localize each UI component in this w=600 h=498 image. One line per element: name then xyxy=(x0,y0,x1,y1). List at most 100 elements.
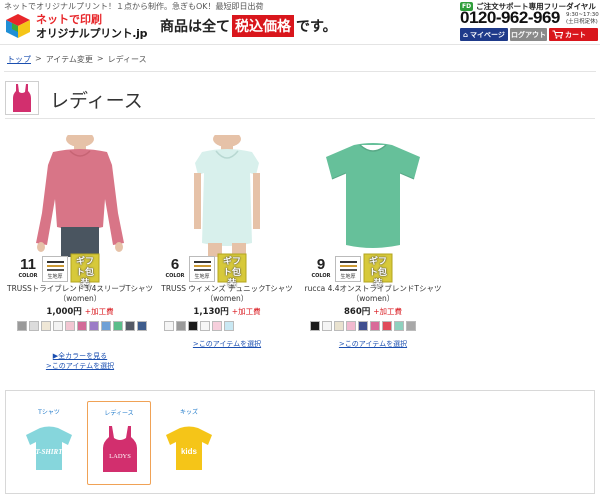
gift-icon: ギフト包装 xyxy=(70,253,100,289)
product-name-line1: TRUSS ウィメンズ チュニックTシャツ xyxy=(161,284,293,293)
color-swatch[interactable] xyxy=(53,321,63,331)
color-swatches xyxy=(164,321,300,331)
color-swatch[interactable] xyxy=(188,321,198,331)
category-kids[interactable]: キッズ kids xyxy=(157,401,221,485)
color-swatch[interactable] xyxy=(212,321,222,331)
product-name-line1: TRUSSトライブレンド3/4スリーブTシャツ xyxy=(7,284,154,293)
price-value: 860円 xyxy=(343,307,371,317)
cart-label: カート xyxy=(565,30,586,39)
color-swatch[interactable] xyxy=(41,321,51,331)
product-image[interactable] xyxy=(310,135,436,257)
color-count: 6 xyxy=(170,256,180,273)
fabric-label: 生地厚 xyxy=(194,274,210,280)
color-count-label: COLOR xyxy=(311,273,331,279)
color-swatch[interactable] xyxy=(113,321,123,331)
product-price: 860円 +加工費 xyxy=(310,305,436,317)
color-swatch[interactable] xyxy=(370,321,380,331)
tshirt-icon: T-SHIRT xyxy=(26,426,72,470)
product-name-line2: （women） xyxy=(205,294,249,303)
color-swatch[interactable] xyxy=(346,321,356,331)
gift-icon: ギフト包装 xyxy=(217,253,247,289)
color-swatch[interactable] xyxy=(224,321,234,331)
select-item-link[interactable]: >このアイテムを選択 xyxy=(17,361,143,371)
category-tshirt[interactable]: Tシャツ T-SHIRT xyxy=(17,401,81,485)
breadcrumb-divider xyxy=(4,71,596,72)
header-divider xyxy=(0,44,600,45)
mypage-button[interactable]: ⌂ マイページ xyxy=(460,28,508,41)
color-swatch[interactable] xyxy=(176,321,186,331)
color-count: 11 xyxy=(20,256,36,273)
color-swatch[interactable] xyxy=(101,321,111,331)
color-swatch[interactable] xyxy=(89,321,99,331)
logout-button[interactable]: ログアウト xyxy=(510,28,547,41)
product-image[interactable] xyxy=(17,135,143,257)
home-icon: ⌂ xyxy=(463,30,469,39)
fabric-label: 生地厚 xyxy=(340,274,356,280)
color-swatch[interactable] xyxy=(322,321,332,331)
color-swatch[interactable] xyxy=(137,321,147,331)
price-extra: +加工費 xyxy=(231,307,261,316)
price-extra: +加工費 xyxy=(84,307,114,316)
fabric-thickness-icon: 生地厚 xyxy=(42,256,68,282)
select-item-link[interactable]: >このアイテムを選択 xyxy=(164,339,290,349)
color-swatch[interactable] xyxy=(77,321,87,331)
breadcrumb-item-change: アイテム変更 xyxy=(45,55,93,64)
logo-line2: オリジナルプリント.jp xyxy=(36,27,148,40)
price-slogan: 商品は全て 税込価格 です。 xyxy=(160,15,337,37)
product-name[interactable]: TRUSSトライブレンド3/4スリーブTシャツ （women） xyxy=(7,284,153,304)
product-name[interactable]: TRUSS ウィメンズ チュニックTシャツ （women） xyxy=(154,284,300,304)
phone-number[interactable]: 0120-962-969 xyxy=(460,8,560,28)
category-ladies[interactable]: レディース LADYS xyxy=(87,401,151,485)
color-swatch[interactable] xyxy=(406,321,416,331)
color-swatches xyxy=(17,321,153,331)
color-count-label: COLOR xyxy=(165,273,185,279)
color-swatch[interactable] xyxy=(29,321,39,331)
color-swatch[interactable] xyxy=(17,321,27,331)
category-thumbnail xyxy=(5,81,39,115)
color-swatch[interactable] xyxy=(125,321,135,331)
product-badges: 11 COLOR 生地厚 ギフト包装 xyxy=(17,253,143,289)
breadcrumb: トップ > アイテム変更 > レディース xyxy=(7,54,147,65)
product-name-line2: （women） xyxy=(58,294,102,303)
site-logo[interactable]: ネットで印刷 オリジナルプリント.jp xyxy=(3,10,151,42)
product-name-line2: （women） xyxy=(351,294,395,303)
category-switcher: Tシャツ T-SHIRT レディース LADYS キッズ kids xyxy=(5,390,595,494)
color-count-label: COLOR xyxy=(18,273,38,279)
color-swatch[interactable] xyxy=(382,321,392,331)
product-name-line1: rucca 4.4オンストライブレンドTシャツ xyxy=(304,284,442,293)
color-count: 9 xyxy=(316,256,326,273)
slogan-pre: 商品は全て xyxy=(160,19,230,35)
color-swatch[interactable] xyxy=(164,321,174,331)
color-swatch[interactable] xyxy=(200,321,210,331)
hours-line1: 9:30~17:30 xyxy=(566,12,599,18)
tank-top-icon xyxy=(13,84,31,112)
color-swatch[interactable] xyxy=(334,321,344,331)
color-swatch[interactable] xyxy=(394,321,404,331)
breadcrumb-current: レディース xyxy=(107,55,147,64)
price-value: 1,130円 xyxy=(193,307,229,317)
tank-top-icon: LADYS xyxy=(103,426,137,472)
breadcrumb-separator: > xyxy=(35,54,42,63)
color-count-badge: 9 COLOR xyxy=(310,257,332,281)
logout-label: ログアウト xyxy=(511,30,546,39)
color-count-badge: 6 COLOR xyxy=(164,257,186,281)
select-item-link[interactable]: >このアイテムを選択 xyxy=(310,339,436,349)
breadcrumb-home-link[interactable]: トップ xyxy=(7,54,31,65)
product-name[interactable]: rucca 4.4オンストライブレンドTシャツ （women） xyxy=(300,284,446,304)
tshirt-text: T-SHIRT xyxy=(36,448,64,456)
price-value: 1,000円 xyxy=(46,307,82,317)
breadcrumb-separator: > xyxy=(96,54,104,63)
hours-line2: (土日祝定休) xyxy=(566,19,598,25)
cart-icon xyxy=(552,30,563,39)
title-divider xyxy=(5,118,595,119)
product-image[interactable] xyxy=(164,135,290,257)
all-colors-link[interactable]: ▶全カラーを見る xyxy=(17,351,143,361)
color-swatch[interactable] xyxy=(65,321,75,331)
fabric-thickness-icon: 生地厚 xyxy=(335,256,361,282)
fabric-label: 生地厚 xyxy=(47,274,63,280)
color-swatch[interactable] xyxy=(310,321,320,331)
cart-button[interactable]: カート xyxy=(549,28,598,41)
product-badges: 6 COLOR 生地厚 ギフト包装 xyxy=(164,253,290,289)
product-price: 1,000円 +加工費 xyxy=(17,305,143,317)
color-swatch[interactable] xyxy=(358,321,368,331)
